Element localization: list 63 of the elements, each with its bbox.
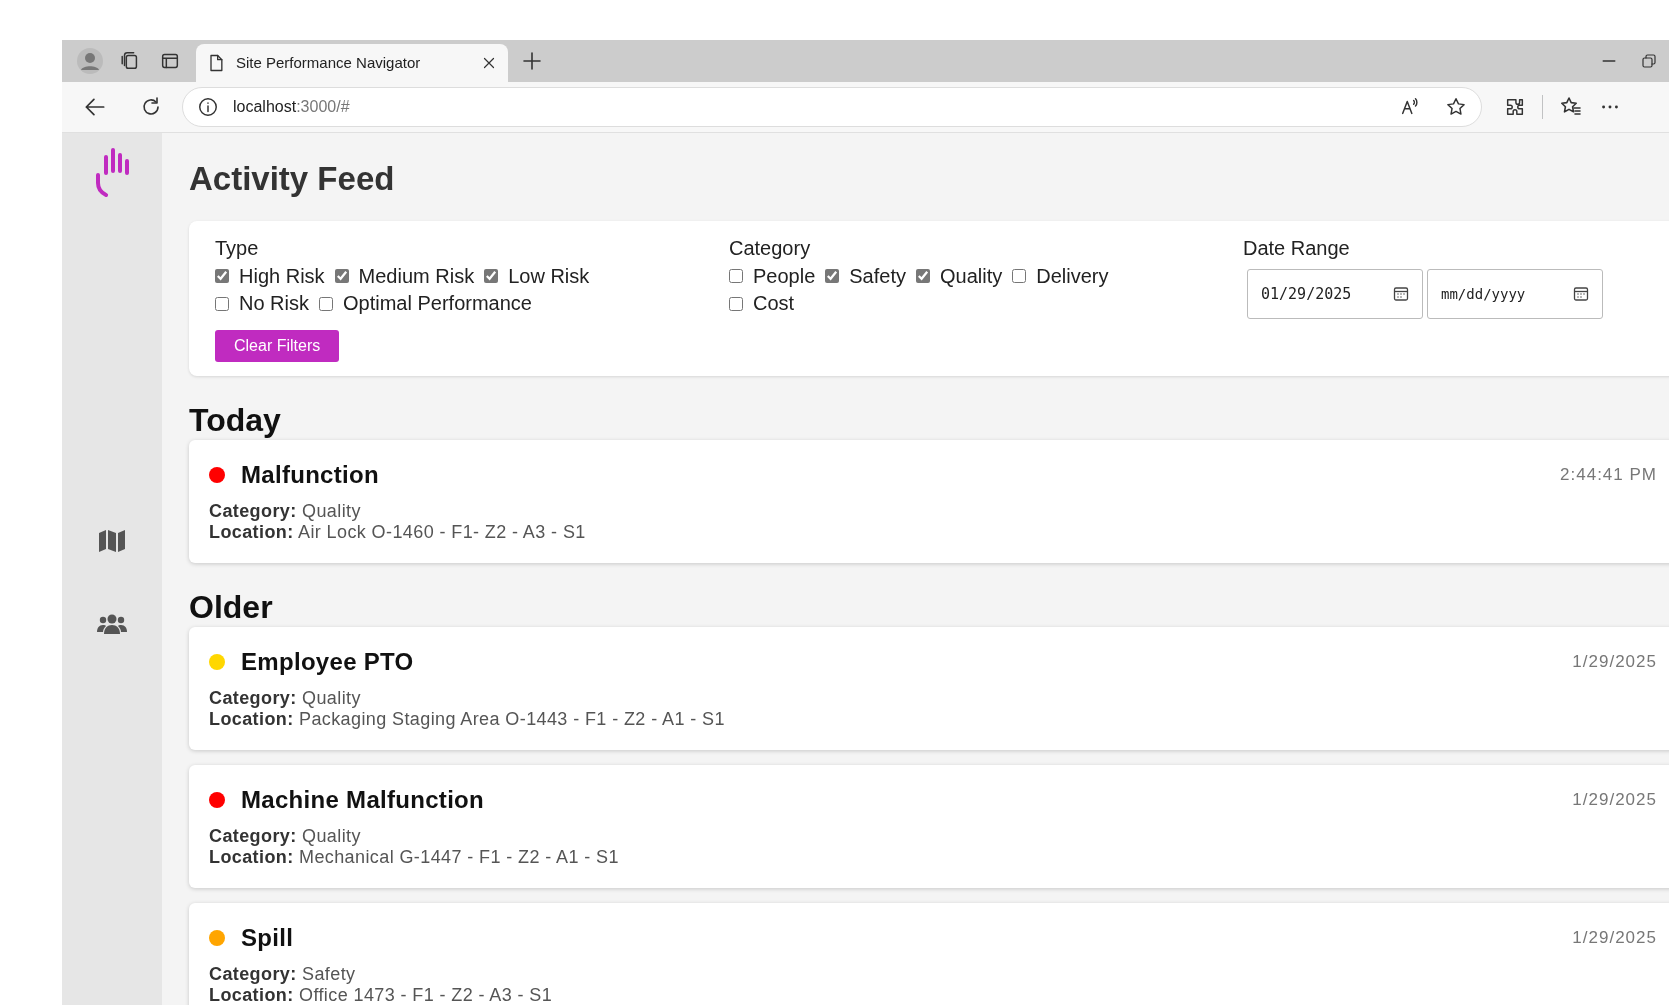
event-location: Location: Packaging Staging Area O-1443 - F1 - Z2 - A1 - S1 [209,708,726,730]
plus-icon[interactable] [520,49,544,73]
checkbox[interactable] [729,296,743,311]
checkbox[interactable] [729,269,743,284]
map-icon[interactable] [98,529,126,553]
event-location: Location: Office 1473 - F1 - Z2 - A3 - S1 [209,984,554,1005]
event-title: Machine Malfunction [241,784,485,815]
section-heading: Today [189,401,282,438]
url-text: localhost:3000/# [233,97,350,117]
checkbox-label[interactable]: Medium Risk [358,262,475,290]
event-category: Category: Quality [209,500,362,522]
clear-filters-button[interactable]: Clear Filters [215,329,340,362]
filter-group-label: Category [729,235,812,261]
checkbox-label[interactable]: Low Risk [508,262,590,290]
event-title: Malfunction [241,459,379,490]
event-time: 1/29/2025 [1572,650,1657,673]
checkbox[interactable] [825,269,840,284]
page-title: Activity Feed [189,159,396,199]
info-icon[interactable] [197,96,219,118]
checkbox[interactable] [215,269,229,284]
event-title: Spill [241,922,294,953]
event-card[interactable]: Employee PTO 1/29/2025 Category: Quality Location: Packaging Staging Area O-1443 - F1 - Z2 - A1 - S1 [189,626,1669,750]
checkbox[interactable] [916,269,930,284]
event-category: Category: Safety [209,963,357,985]
checkbox-label[interactable]: Safety [849,262,906,290]
event-time: 1/29/2025 [1572,926,1657,949]
event-category: Category: Quality [209,687,362,709]
checkbox-label[interactable]: High Risk [239,262,325,290]
event-category: Category: Quality [209,825,362,847]
date-field[interactable]: mm/dd/yyyy [1427,268,1603,319]
restore-icon[interactable] [1640,52,1658,70]
calendar-icon[interactable] [1573,285,1589,302]
checkbox-label[interactable]: Quality [940,262,1003,290]
address-bar[interactable]: localhost:3000/# [182,87,1482,127]
profile-icon[interactable] [76,47,104,75]
checkbox-label[interactable]: No Risk [239,290,309,318]
event-location: Location: Mechanical G-1447 - F1 - Z2 - A1 - S1 [209,846,620,868]
event-card[interactable]: Malfunction 2:44:41 PM Category: Quality Location: Air Lock O-1460 - F1- Z2 - A3 - S1 [189,439,1669,563]
checkbox[interactable] [215,296,229,311]
checkbox-label[interactable]: Optimal Performance [343,290,532,318]
date-field[interactable]: 01/29/2025 [1247,268,1423,319]
checkbox-label[interactable]: Delivery [1036,262,1109,290]
event-location: Location: Air Lock O-1460 - F1- Z2 - A3 - S1 [209,521,587,543]
filter-group-label: Date Range [1243,235,1351,261]
event-card[interactable]: Machine Malfunction 1/29/2025 Category: Quality Location: Mechanical G-1447 - F1 - Z2 - A1 - S1 [189,764,1669,888]
filter-group-label: Type [215,235,260,261]
tab-title: Site Performance Navigator [236,52,422,73]
checkbox[interactable] [1012,269,1027,284]
star-icon[interactable] [1445,96,1467,118]
checkbox-label[interactable]: Cost [753,290,795,318]
event-time: 2:44:41 PM [1560,463,1657,486]
event-time: 1/29/2025 [1572,788,1657,811]
checkbox[interactable] [334,269,349,284]
browser-tab[interactable]: Site Performance Navigator [196,44,508,82]
event-title: Employee PTO [241,646,414,677]
checkbox[interactable] [484,269,499,284]
event-card[interactable]: Spill 1/29/2025 Category: Safety Location: Office 1473 - F1 - Z2 - A3 - S1 [189,902,1669,1005]
calendar-icon[interactable] [1393,285,1409,302]
section-heading: Older [189,588,274,625]
checkbox-label[interactable]: People [753,262,816,290]
checkbox[interactable] [319,296,333,311]
users-icon[interactable] [97,613,127,635]
extensions-icon[interactable] [1504,96,1526,118]
